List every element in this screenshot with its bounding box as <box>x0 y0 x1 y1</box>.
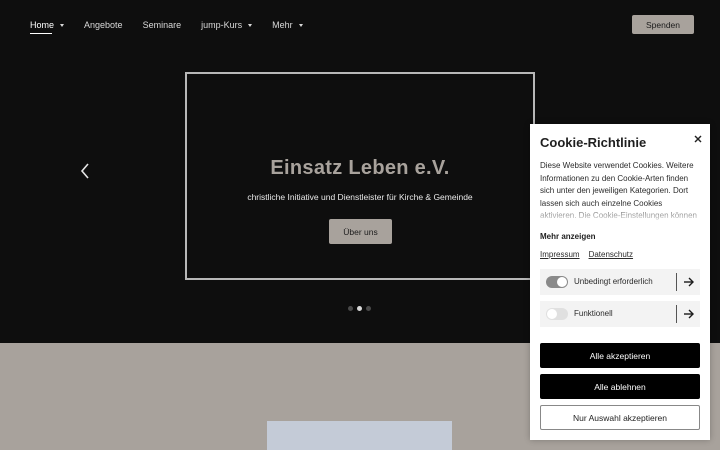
impressum-link[interactable]: Impressum <box>540 250 580 259</box>
divider <box>676 305 677 323</box>
close-icon[interactable] <box>692 133 704 145</box>
category-label: Unbedingt erforderlich <box>574 277 653 286</box>
nav-item-label: Home <box>30 20 55 30</box>
toggle-knob <box>557 277 567 287</box>
slide-frame: Einsatz Leben e.V. christliche Initiativ… <box>185 72 535 280</box>
arrow-right-icon[interactable] <box>682 307 696 321</box>
nav-item-label: Angebote <box>84 20 123 30</box>
cookie-title: Cookie-Richtlinie <box>540 135 647 150</box>
reject-all-button[interactable]: Alle ablehnen <box>540 374 700 399</box>
nav-item-label: Mehr <box>272 20 293 30</box>
slider-dot-active[interactable] <box>357 306 362 311</box>
nav-item-jump-kurs[interactable]: jump-Kurs <box>201 18 253 32</box>
show-more-link[interactable]: Mehr anzeigen <box>540 232 596 241</box>
cookie-category-necessary: Unbedingt erforderlich <box>540 269 700 295</box>
nav-item-seminare[interactable]: Seminare <box>143 18 182 32</box>
slide-subtitle: christliche Initiative und Dienstleister… <box>247 192 473 202</box>
functional-toggle[interactable] <box>546 308 568 320</box>
nav-item-label: jump-Kurs <box>201 20 243 30</box>
cookie-dialog: Cookie-Richtlinie Diese Website verwende… <box>530 124 710 440</box>
legal-links: Impressum Datenschutz <box>540 250 642 259</box>
category-label: Funktionell <box>574 309 613 318</box>
donate-button[interactable]: Spenden <box>632 15 694 34</box>
nav-item-mehr[interactable]: Mehr <box>272 18 303 32</box>
slider-dot[interactable] <box>348 306 353 311</box>
divider <box>676 273 677 291</box>
necessary-toggle[interactable] <box>546 276 568 288</box>
slider-dots <box>348 306 375 311</box>
nav-item-label: Seminare <box>142 20 182 30</box>
cookie-category-functional: Funktionell <box>540 301 700 327</box>
accept-all-button[interactable]: Alle akzeptieren <box>540 343 700 368</box>
main-nav: Home Angebote Seminare jump-Kurs Mehr <box>30 18 323 34</box>
caret-down-icon <box>298 23 303 27</box>
caret-down-icon <box>60 23 65 27</box>
about-us-button[interactable]: Über uns <box>329 219 392 244</box>
datenschutz-link[interactable]: Datenschutz <box>589 250 633 259</box>
slide-title: Einsatz Leben e.V. <box>270 157 450 179</box>
nav-item-home[interactable]: Home <box>30 18 65 34</box>
chevron-left-icon[interactable] <box>78 162 92 180</box>
accept-selection-button[interactable]: Nur Auswahl akzeptieren <box>540 405 700 430</box>
toggle-knob <box>547 309 557 319</box>
slider-dot[interactable] <box>366 306 371 311</box>
caret-down-icon <box>248 23 253 27</box>
content-image <box>267 421 452 450</box>
nav-item-angebote[interactable]: Angebote <box>84 18 123 32</box>
text-fade-overlay <box>540 204 700 224</box>
arrow-right-icon[interactable] <box>682 275 696 289</box>
